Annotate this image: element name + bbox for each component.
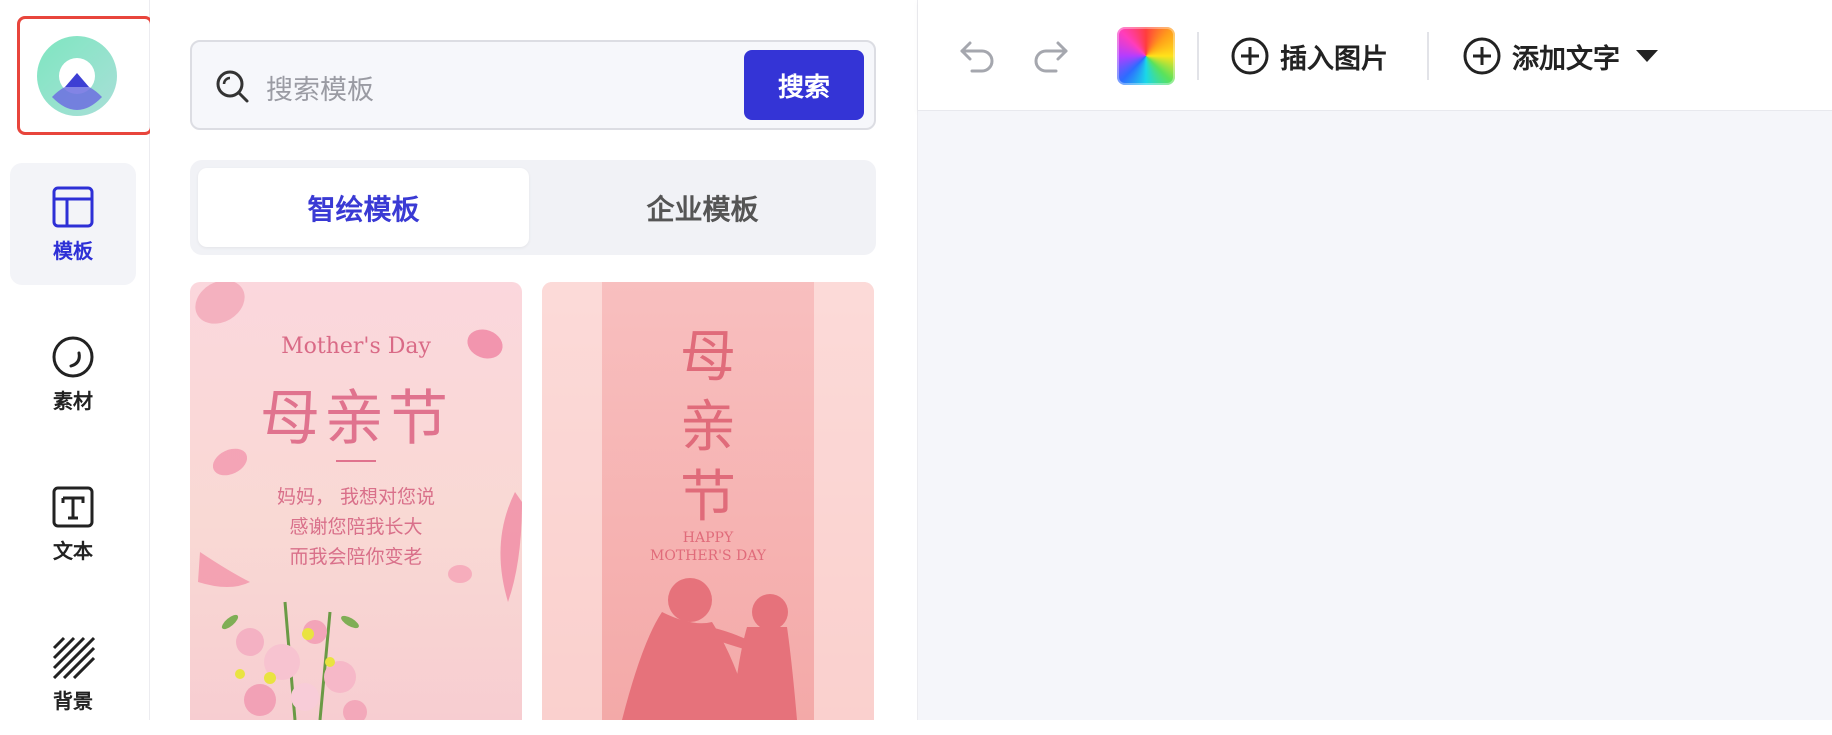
chevron-down-icon[interactable] xyxy=(1634,48,1660,64)
tab-smart-templates[interactable]: 智绘模板 xyxy=(198,168,529,247)
search-button[interactable]: 搜索 xyxy=(744,50,864,120)
template-line: 妈妈， 我想对您说 xyxy=(276,486,436,508)
sidebar-item-materials[interactable]: 素材 xyxy=(10,313,136,435)
template-card-mothers-day-1[interactable]: Mother's Day 母亲节 妈妈， 我想对您说 感谢您陪我长大 而我会陪你… xyxy=(190,282,522,720)
mother-child-silhouette xyxy=(622,578,797,720)
sidebar-item-background[interactable]: 背景 xyxy=(10,613,136,735)
background-hatch-icon xyxy=(52,636,95,679)
template-tabs: 智绘模板 企业模板 xyxy=(190,160,876,255)
template-line: 而我会陪你变老 xyxy=(289,546,423,568)
sidebar-item-label: 背景 xyxy=(53,688,93,713)
text-box-icon xyxy=(52,486,94,527)
redo-icon[interactable] xyxy=(1030,35,1070,75)
templates-panel: 搜索模板 搜索 智绘模板 企业模板 Mother's Day 母亲节 妈妈， 我… xyxy=(150,0,918,720)
template-card-mothers-day-2[interactable]: 母 亲 节 HAPPY MOTHER'S DAY xyxy=(542,282,874,720)
template-line: 感谢您陪我长大 xyxy=(289,516,423,538)
left-sidebar: 模板 素材 文本 背景 xyxy=(0,0,153,720)
app-logo[interactable] xyxy=(17,16,153,135)
toolbar-divider xyxy=(1197,32,1199,80)
insert-image-label: 插入图片 xyxy=(1280,43,1388,75)
design-canvas[interactable] xyxy=(918,111,1832,720)
material-circle-icon xyxy=(52,336,94,377)
template-title-cn: 母亲节 xyxy=(260,384,452,454)
logo-icon xyxy=(37,36,117,116)
color-picker-swatch[interactable] xyxy=(1117,27,1175,85)
sidebar-item-text[interactable]: 文本 xyxy=(10,463,136,585)
add-text-label: 添加文字 xyxy=(1512,43,1620,75)
search-icon xyxy=(216,70,249,103)
plus-circle-icon xyxy=(1231,37,1269,75)
divider xyxy=(336,460,376,462)
sidebar-item-label: 模板 xyxy=(53,238,93,263)
search-bar[interactable]: 搜索模板 搜索 xyxy=(190,40,876,130)
insert-image-button[interactable]: 插入图片 xyxy=(1230,30,1388,82)
sidebar-item-label: 素材 xyxy=(53,388,93,413)
undo-icon[interactable] xyxy=(958,35,998,75)
add-text-button[interactable]: 添加文字 xyxy=(1462,30,1660,82)
template-title-en: Mother's Day xyxy=(281,334,431,359)
toolbar-divider xyxy=(1427,32,1429,80)
template-layout-icon xyxy=(52,186,94,227)
editor-toolbar: 插入图片 添加文字 xyxy=(918,0,1832,111)
plus-circle-icon xyxy=(1463,37,1501,75)
sidebar-item-label: 文本 xyxy=(53,538,93,563)
tab-enterprise-templates[interactable]: 企业模板 xyxy=(537,168,868,247)
search-input[interactable]: 搜索模板 xyxy=(266,68,374,107)
sidebar-item-templates[interactable]: 模板 xyxy=(10,163,136,285)
